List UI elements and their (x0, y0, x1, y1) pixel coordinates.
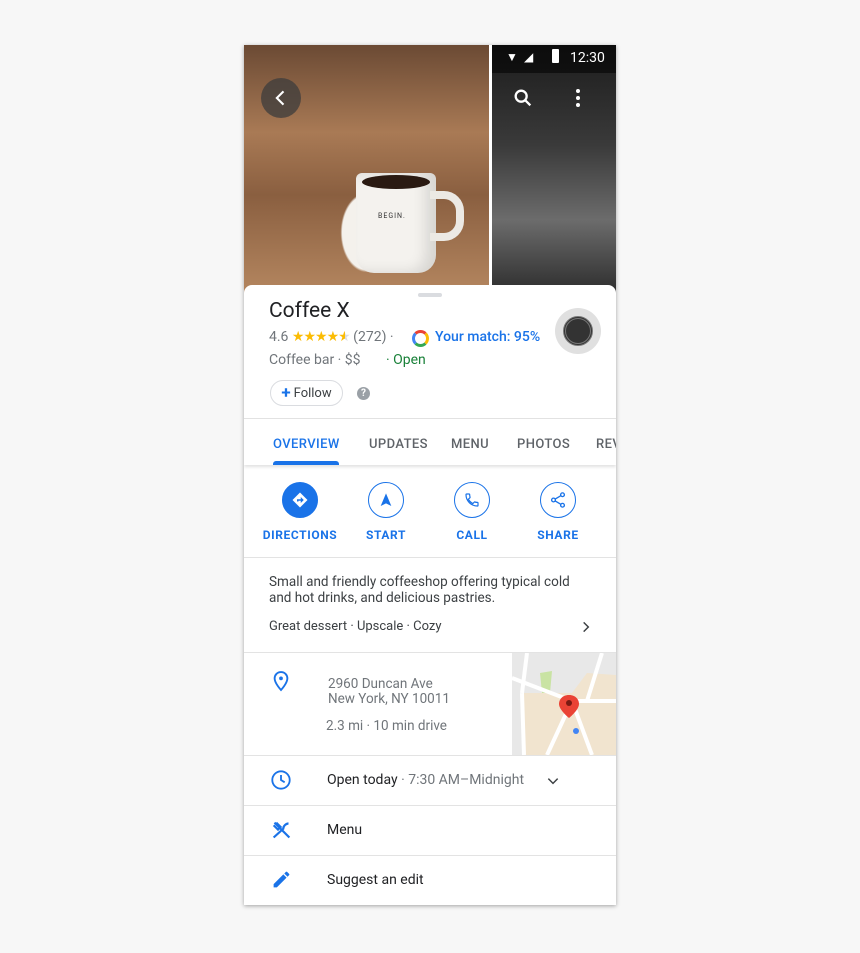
tab-photos[interactable]: PHOTOS (517, 437, 570, 452)
address-line: 2960 Duncan Ave (328, 676, 433, 692)
chevron-right-icon[interactable] (579, 620, 593, 634)
place-logo[interactable] (555, 308, 601, 354)
phone-icon (454, 482, 490, 518)
call-label: CALL (456, 528, 488, 542)
help-icon[interactable]: ? (357, 387, 370, 400)
share-label: SHARE (537, 528, 579, 542)
description-line: and hot drinks, and delicious pastries. (269, 590, 496, 606)
back-button[interactable] (261, 78, 301, 118)
place-card: Coffee X 4.6 ★★★★★ (272) · Your match: 9… (244, 285, 616, 905)
mug-image (356, 173, 464, 273)
directions-label: DIRECTIONS (262, 528, 338, 542)
address-line: New York, NY 10011 (328, 691, 450, 707)
battery-icon (552, 49, 559, 63)
follow-label: Follow (293, 385, 332, 401)
clock-time: 12:30 (570, 50, 605, 66)
wifi-icon: ▼ (506, 50, 518, 64)
back-arrow-icon (275, 90, 285, 106)
tab-bar: OVERVIEW UPDATES MENU PHOTOS REVIEWS (244, 419, 616, 465)
search-button[interactable] (512, 87, 534, 113)
share-icon (540, 482, 576, 518)
navigation-icon (368, 482, 404, 518)
plus-icon: + (281, 383, 291, 403)
restaurant-icon (272, 821, 291, 839)
rating-value: 4.6 (269, 329, 289, 345)
place-title: Coffee X (269, 299, 350, 323)
open-status: · Open (386, 352, 426, 368)
rating-row: 4.6 ★★★★★ (272) · (269, 329, 394, 345)
tab-menu[interactable]: MENU (451, 437, 489, 452)
category-price: Coffee bar · $$ (269, 352, 361, 368)
match-icon (412, 330, 429, 347)
tab-updates[interactable]: UPDATES (369, 437, 428, 452)
search-icon (514, 89, 532, 107)
drag-handle[interactable] (418, 293, 442, 297)
divider (244, 755, 616, 756)
clock-icon (271, 770, 291, 790)
rating-stars: ★★★★★ (291, 329, 351, 345)
attribute-tags: Great dessert · Upscale · Cozy (269, 619, 442, 634)
map-thumbnail[interactable] (512, 653, 616, 755)
start-label: START (365, 528, 407, 542)
chevron-down-icon[interactable] (546, 774, 560, 788)
phone-screen: BEGIN. ▼ ◢ 12:30 Coffee X 4.6 ★★★★★ (272… (244, 45, 616, 905)
signal-icon: ◢ (524, 50, 534, 64)
tab-overview[interactable]: OVERVIEW (273, 437, 340, 452)
menu-label: Menu (327, 822, 363, 838)
divider (244, 557, 616, 558)
divider (244, 805, 616, 806)
more-vert-icon (576, 89, 580, 107)
review-count[interactable]: (272) (353, 329, 386, 345)
tab-reviews[interactable]: REVIEWS (596, 437, 616, 452)
directions-icon (282, 482, 318, 518)
interior-photo[interactable] (492, 45, 616, 295)
travel-distance: 2.3 mi · 10 min drive (326, 718, 447, 734)
suggest-edit-label: Suggest an edit (327, 872, 424, 888)
description-line: Small and friendly coffeeshop offering t… (269, 574, 570, 590)
status-bar: ▼ ◢ 12:30 (492, 45, 616, 73)
mug-text: BEGIN. (378, 212, 406, 220)
divider (244, 855, 616, 856)
active-tab-indicator (273, 461, 339, 465)
pencil-icon (273, 871, 290, 888)
follow-button[interactable]: + Follow (270, 380, 343, 406)
match-score[interactable]: Your match: 95% (435, 329, 540, 345)
location-pin-icon (273, 671, 289, 692)
more-options-button[interactable] (568, 87, 588, 113)
hours-text: Open today · 7:30 AM–Midnight (327, 772, 525, 788)
